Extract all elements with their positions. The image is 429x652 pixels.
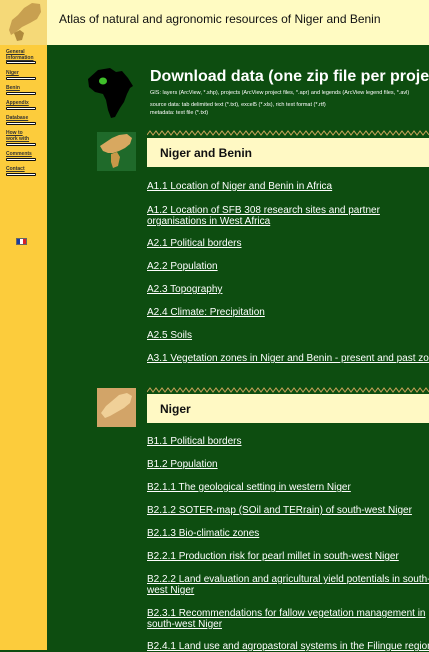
niger-logo	[0, 0, 47, 45]
map-link[interactable]: B1.2 Population	[147, 459, 218, 470]
nav-bar[interactable]	[6, 92, 36, 95]
africa-map-icon	[86, 66, 136, 120]
map-link[interactable]: B2.1.2 SOTER-map (SOil and TERrain) of s…	[147, 505, 412, 516]
map-link[interactable]: A1.2 Location of SFB 308 research sites …	[147, 205, 429, 227]
niger-map-icon	[97, 388, 136, 427]
nav-how-to-work-with[interactable]: How to work with	[6, 130, 29, 142]
download-source-info: source data: tab delimited text (*.txt),…	[150, 102, 326, 108]
map-link[interactable]: B1.1 Political borders	[147, 436, 242, 447]
nav-bar[interactable]	[6, 77, 36, 80]
nav-label[interactable]: Contact	[6, 166, 25, 172]
map-link[interactable]: A3.1 Vegetation zones in Niger and Benin…	[147, 353, 429, 364]
map-link[interactable]: A2.4 Climate: Precipitation	[147, 307, 265, 318]
nav-label[interactable]: Database	[6, 115, 28, 121]
section-header: Niger and Benin	[147, 138, 429, 167]
nav-bar[interactable]	[6, 107, 36, 110]
download-metadata-info: metadata: text file (*.txt)	[150, 110, 209, 116]
nav-bar[interactable]	[6, 122, 36, 125]
map-link[interactable]: B2.1.3 Bio-climatic zones	[147, 528, 259, 539]
map-link[interactable]: B2.3.1 Recommendations for fallow vegeta…	[147, 608, 429, 630]
nav-niger[interactable]: Niger	[6, 70, 19, 76]
nav-comments[interactable]: Comments	[6, 151, 32, 157]
nav-bar[interactable]	[6, 173, 36, 176]
map-link[interactable]: A1.1 Location of Niger and Benin in Afri…	[147, 181, 332, 192]
nav-label[interactable]: work with	[6, 136, 29, 142]
niger-benin-map-icon	[97, 132, 136, 171]
page-title: Atlas of natural and agronomic resources…	[59, 12, 381, 26]
section-header: Niger	[147, 394, 429, 423]
nav-benin[interactable]: Benin	[6, 85, 20, 91]
nav-label[interactable]: Benin	[6, 85, 20, 91]
nav-label[interactable]: Comments	[6, 151, 32, 157]
nav-bar[interactable]	[6, 61, 36, 64]
nav-contact[interactable]: Contact	[6, 166, 25, 172]
nav-appendix[interactable]: Appendix	[6, 100, 29, 106]
map-link[interactable]: A2.5 Soils	[147, 330, 192, 341]
nav-bar[interactable]	[6, 158, 36, 161]
french-flag-icon[interactable]	[16, 238, 27, 245]
map-link[interactable]: B2.1.1 The geological setting in western…	[147, 482, 351, 493]
sidebar: General Information Niger Benin Appendix …	[0, 0, 47, 650]
nav-database[interactable]: Database	[6, 115, 28, 121]
nav-general-information[interactable]: General Information	[6, 49, 34, 61]
zigzag-divider	[147, 387, 429, 393]
download-gis-info: GIS: layers (ArcView, *.shp), projects (…	[150, 90, 410, 96]
nav-label[interactable]: Niger	[6, 70, 19, 76]
map-link[interactable]: A2.2 Population	[147, 261, 218, 272]
nav-label[interactable]: Appendix	[6, 100, 29, 106]
map-link[interactable]: B2.2.1 Production risk for pearl millet …	[147, 551, 399, 562]
section-title: Niger and Benin	[160, 146, 253, 160]
map-link[interactable]: A2.1 Political borders	[147, 238, 242, 249]
download-title: Download data (one zip file per project)	[150, 68, 429, 85]
map-link[interactable]: B2.2.2 Land evaluation and agricultural …	[147, 574, 429, 596]
map-link[interactable]: B2.4.1 Land use and agropastoral systems…	[147, 641, 429, 652]
nav-bar[interactable]	[6, 143, 36, 146]
header: Atlas of natural and agronomic resources…	[47, 0, 429, 45]
section-title: Niger	[160, 402, 191, 416]
zigzag-divider	[147, 130, 429, 136]
map-link[interactable]: A2.3 Topography	[147, 284, 222, 295]
